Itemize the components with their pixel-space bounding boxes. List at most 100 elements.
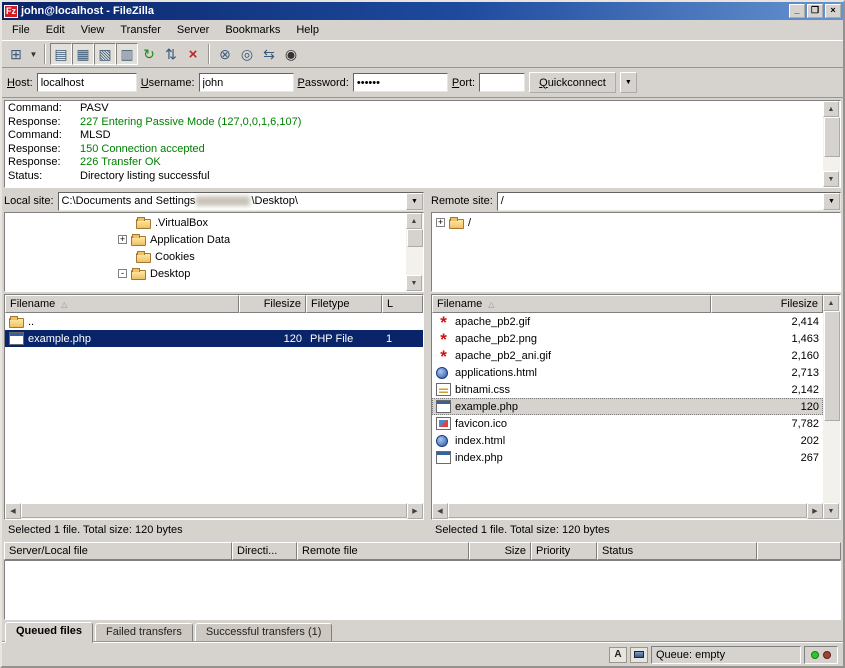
menu-bookmarks[interactable]: Bookmarks	[217, 22, 288, 38]
log-line: Response:150 Connection accepted	[8, 143, 820, 157]
expand-icon[interactable]: +	[118, 235, 127, 244]
synchronized-browsing-icon[interactable]: ⇆	[258, 43, 280, 65]
queue-header: Server/Local file Directi... Remote file…	[4, 542, 841, 560]
column-header-priority[interactable]: Priority	[531, 542, 597, 560]
scroll-down-icon[interactable]: ▼	[823, 171, 839, 187]
toggle-remote-tree-icon[interactable]: ▧	[94, 43, 116, 65]
cancel-icon[interactable]: ×	[182, 43, 204, 65]
file-row[interactable]: apache_pb2.gif2,414	[432, 313, 823, 330]
log-scrollbar[interactable]: ▲ ▼	[823, 101, 840, 187]
redacted-username	[196, 196, 250, 206]
username-input[interactable]	[199, 73, 294, 92]
local-tree-scrollbar[interactable]: ▲ ▼	[406, 213, 423, 291]
column-header-status[interactable]: Status	[597, 542, 757, 560]
column-header-size[interactable]: Size	[469, 542, 531, 560]
file-row[interactable]: apache_pb2_ani.gif2,160	[432, 347, 823, 364]
maximize-button[interactable]: ❐	[807, 4, 823, 18]
speed-limit-icon[interactable]	[630, 647, 648, 663]
password-input[interactable]	[353, 73, 448, 92]
scrollbar-thumb[interactable]	[824, 311, 840, 421]
scroll-right-icon[interactable]: ▶	[807, 503, 823, 519]
panel-splitter[interactable]	[424, 294, 431, 520]
scroll-down-icon[interactable]: ▼	[823, 503, 839, 519]
column-header-filetype[interactable]: Filetype	[306, 295, 382, 313]
tree-item-cookies[interactable]: Cookies	[5, 248, 406, 265]
scroll-up-icon[interactable]: ▲	[823, 295, 839, 311]
scrollbar-thumb[interactable]	[824, 117, 840, 157]
disconnect-icon[interactable]: ⊗	[214, 43, 236, 65]
column-header-server-local-file[interactable]: Server/Local file	[4, 542, 232, 560]
file-row[interactable]: index.html202	[432, 432, 823, 449]
html-file-icon	[436, 367, 448, 379]
column-header-filesize[interactable]: Filesize	[239, 295, 306, 313]
scroll-up-icon[interactable]: ▲	[823, 101, 839, 117]
toggle-queue-icon[interactable]: ▥	[116, 43, 138, 65]
close-button[interactable]: ×	[825, 4, 841, 18]
dropdown-icon[interactable]: ▼	[406, 193, 423, 210]
dropdown-icon[interactable]: ▼	[823, 193, 840, 210]
port-input[interactable]	[479, 73, 525, 92]
site-manager-dropdown-icon[interactable]: ▼	[27, 43, 40, 65]
menu-help[interactable]: Help	[288, 22, 327, 38]
quickconnect-dropdown-icon[interactable]: ▼	[620, 72, 637, 93]
password-label: Password:	[298, 77, 349, 89]
minimize-button[interactable]: _	[789, 4, 805, 18]
scroll-left-icon[interactable]: ◀	[432, 503, 448, 519]
toggle-local-tree-icon[interactable]: ▦	[72, 43, 94, 65]
quickconnect-button[interactable]: Quickconnect	[529, 72, 616, 93]
collapse-icon[interactable]: -	[118, 269, 127, 278]
tree-item-desktop[interactable]: -Desktop	[5, 265, 406, 282]
local-horizontal-scrollbar[interactable]: ◀ ▶	[5, 503, 423, 519]
file-row-example-php[interactable]: example.php120	[432, 398, 823, 415]
file-row[interactable]: favicon.ico7,782	[432, 415, 823, 432]
tab-failed-transfers[interactable]: Failed transfers	[95, 623, 193, 642]
panel-splitter[interactable]	[424, 212, 431, 292]
tab-successful-transfers[interactable]: Successful transfers (1)	[195, 623, 333, 642]
scrollbar-thumb[interactable]	[407, 229, 423, 247]
tab-queued-files[interactable]: Queued files	[5, 622, 93, 643]
menu-edit[interactable]: Edit	[38, 22, 73, 38]
scrollbar-thumb[interactable]	[448, 503, 807, 518]
column-header-remote-file[interactable]: Remote file	[297, 542, 469, 560]
remote-vertical-scrollbar[interactable]: ▲ ▼	[823, 295, 840, 519]
image-file-icon	[436, 349, 451, 362]
folder-icon	[136, 253, 151, 263]
local-files-panel: Filename△ Filesize Filetype L .. example…	[4, 294, 424, 520]
file-row-example-php[interactable]: example.php 120 PHP File 1	[5, 330, 423, 347]
tree-item-root[interactable]: +/	[432, 214, 840, 231]
activity-indicator-panel	[804, 646, 838, 664]
local-site-combo[interactable]: C:\Documents and Settings\Desktop\ ▼	[58, 192, 424, 211]
site-manager-icon[interactable]: ⊞	[5, 43, 27, 65]
scroll-left-icon[interactable]: ◀	[5, 503, 21, 519]
menu-file[interactable]: File	[4, 22, 38, 38]
host-input[interactable]	[37, 73, 137, 92]
menu-view[interactable]: View	[73, 22, 113, 38]
menu-transfer[interactable]: Transfer	[112, 22, 169, 38]
directory-comparison-icon[interactable]: ◎	[236, 43, 258, 65]
scrollbar-thumb[interactable]	[21, 503, 407, 518]
menu-server[interactable]: Server	[169, 22, 217, 38]
tree-item-application-data[interactable]: +Application Data	[5, 231, 406, 248]
file-row[interactable]: apache_pb2.png1,463	[432, 330, 823, 347]
toggle-message-log-icon[interactable]: ▤	[50, 43, 72, 65]
column-header-filename[interactable]: Filename△	[5, 295, 239, 313]
column-header-last-modified[interactable]: L	[382, 295, 423, 313]
file-row[interactable]: index.php267	[432, 449, 823, 466]
process-queue-icon[interactable]: ⇅	[160, 43, 182, 65]
scroll-right-icon[interactable]: ▶	[407, 503, 423, 519]
remote-site-combo[interactable]: / ▼	[497, 192, 841, 211]
find-files-icon[interactable]: ◉	[280, 43, 302, 65]
tree-item-virtualbox[interactable]: .VirtualBox	[5, 214, 406, 231]
column-header-filename[interactable]: Filename△	[432, 295, 711, 313]
file-row[interactable]: bitnami.css2,142	[432, 381, 823, 398]
queue-list[interactable]	[4, 560, 841, 620]
file-row-parent-dir[interactable]: ..	[5, 313, 423, 330]
scroll-down-icon[interactable]: ▼	[406, 275, 422, 291]
column-header-filesize[interactable]: Filesize	[711, 295, 823, 313]
refresh-icon[interactable]: ↻	[138, 43, 160, 65]
column-header-direction[interactable]: Directi...	[232, 542, 297, 560]
expand-icon[interactable]: +	[436, 218, 445, 227]
scroll-up-icon[interactable]: ▲	[406, 213, 422, 229]
remote-horizontal-scrollbar[interactable]: ◀ ▶	[432, 503, 823, 519]
file-row[interactable]: applications.html2,713	[432, 364, 823, 381]
